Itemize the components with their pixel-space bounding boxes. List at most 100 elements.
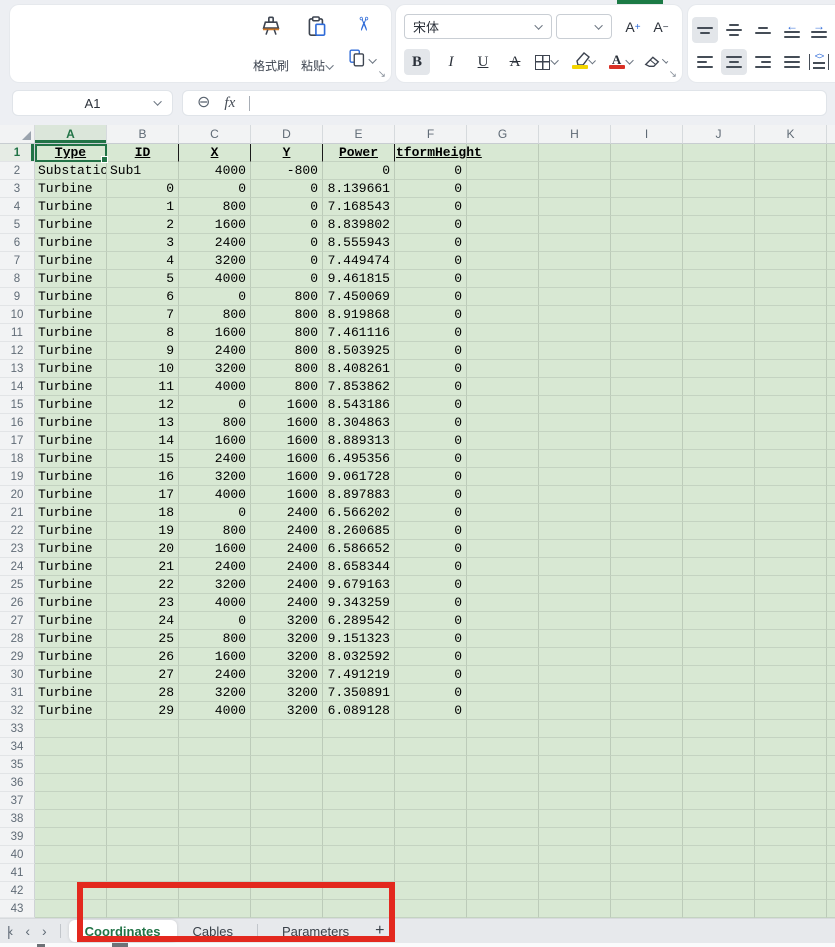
- cell-B24[interactable]: 21: [107, 558, 179, 576]
- cell-B39[interactable]: [107, 828, 179, 846]
- cell-E1[interactable]: Power: [323, 144, 395, 162]
- cell-D24[interactable]: 2400: [251, 558, 323, 576]
- cell-H27[interactable]: [539, 612, 611, 630]
- column-header-E[interactable]: E: [323, 125, 395, 144]
- cell-H12[interactable]: [539, 342, 611, 360]
- row-header-2[interactable]: 2: [0, 162, 35, 180]
- row-header-15[interactable]: 15: [0, 396, 35, 414]
- formula-bar[interactable]: ⊖ fx: [182, 90, 827, 116]
- cell-I16[interactable]: [611, 414, 683, 432]
- cell-C28[interactable]: 800: [179, 630, 251, 648]
- cell-C1[interactable]: X: [179, 144, 251, 162]
- cell-B3[interactable]: 0: [107, 180, 179, 198]
- cell-A32[interactable]: Turbine: [35, 702, 107, 720]
- cell-C8[interactable]: 4000: [179, 270, 251, 288]
- cell-D30[interactable]: 3200: [251, 666, 323, 684]
- cell-H36[interactable]: [539, 774, 611, 792]
- cell-J4[interactable]: [683, 198, 755, 216]
- align-top-button[interactable]: [692, 17, 718, 43]
- row-header-42[interactable]: 42: [0, 882, 35, 900]
- cell-J30[interactable]: [683, 666, 755, 684]
- cell-H18[interactable]: [539, 450, 611, 468]
- cell-A42[interactable]: [35, 882, 107, 900]
- cell-D6[interactable]: 0: [251, 234, 323, 252]
- cell-I43[interactable]: [611, 900, 683, 918]
- cell-E12[interactable]: 8.503925: [323, 342, 395, 360]
- cell-I5[interactable]: [611, 216, 683, 234]
- cell-H10[interactable]: [539, 306, 611, 324]
- cell-A16[interactable]: Turbine: [35, 414, 107, 432]
- cell-G21[interactable]: [467, 504, 539, 522]
- cell-E21[interactable]: 6.566202: [323, 504, 395, 522]
- cell-I19[interactable]: [611, 468, 683, 486]
- cell-G27[interactable]: [467, 612, 539, 630]
- cell-G18[interactable]: [467, 450, 539, 468]
- cell-D35[interactable]: [251, 756, 323, 774]
- cell-B30[interactable]: 27: [107, 666, 179, 684]
- cell-A13[interactable]: Turbine: [35, 360, 107, 378]
- row-header-7[interactable]: 7: [0, 252, 35, 270]
- cell-G6[interactable]: [467, 234, 539, 252]
- cell-C29[interactable]: 1600: [179, 648, 251, 666]
- increase-indent-button[interactable]: →: [806, 17, 832, 43]
- cell-F15[interactable]: 0: [395, 396, 467, 414]
- cell-J13[interactable]: [683, 360, 755, 378]
- cell-G35[interactable]: [467, 756, 539, 774]
- cell-J7[interactable]: [683, 252, 755, 270]
- cell-F1[interactable]: tformHeight: [395, 144, 467, 162]
- cell-C43[interactable]: [179, 900, 251, 918]
- cell-A6[interactable]: Turbine: [35, 234, 107, 252]
- cell-F39[interactable]: [395, 828, 467, 846]
- cell-D34[interactable]: [251, 738, 323, 756]
- cell-E4[interactable]: 7.168543: [323, 198, 395, 216]
- row-header-35[interactable]: 35: [0, 756, 35, 774]
- cell-D27[interactable]: 3200: [251, 612, 323, 630]
- cell-K8[interactable]: [755, 270, 827, 288]
- cell-G17[interactable]: [467, 432, 539, 450]
- cell-D14[interactable]: 800: [251, 378, 323, 396]
- cell-D3[interactable]: 0: [251, 180, 323, 198]
- cell-J29[interactable]: [683, 648, 755, 666]
- cell-C6[interactable]: 2400: [179, 234, 251, 252]
- cell-J43[interactable]: [683, 900, 755, 918]
- cell-F20[interactable]: 0: [395, 486, 467, 504]
- cell-F5[interactable]: 0: [395, 216, 467, 234]
- align-middle-button[interactable]: [721, 17, 747, 43]
- cell-G2[interactable]: [467, 162, 539, 180]
- cell-J34[interactable]: [683, 738, 755, 756]
- cell-K6[interactable]: [755, 234, 827, 252]
- row-header-27[interactable]: 27: [0, 612, 35, 630]
- cell-B28[interactable]: 25: [107, 630, 179, 648]
- cell-F30[interactable]: 0: [395, 666, 467, 684]
- cell-I29[interactable]: [611, 648, 683, 666]
- cell-G24[interactable]: [467, 558, 539, 576]
- cell-D28[interactable]: 3200: [251, 630, 323, 648]
- cell-C37[interactable]: [179, 792, 251, 810]
- cell-H13[interactable]: [539, 360, 611, 378]
- cell-F36[interactable]: [395, 774, 467, 792]
- cell-K11[interactable]: [755, 324, 827, 342]
- cell-D9[interactable]: 800: [251, 288, 323, 306]
- cell-E36[interactable]: [323, 774, 395, 792]
- cell-E18[interactable]: 6.495356: [323, 450, 395, 468]
- cell-D31[interactable]: 3200: [251, 684, 323, 702]
- increase-font-button[interactable]: A+: [620, 14, 646, 40]
- cell-J32[interactable]: [683, 702, 755, 720]
- cell-K26[interactable]: [755, 594, 827, 612]
- cell-J6[interactable]: [683, 234, 755, 252]
- row-header-30[interactable]: 30: [0, 666, 35, 684]
- cell-H19[interactable]: [539, 468, 611, 486]
- cell-J21[interactable]: [683, 504, 755, 522]
- cell-E11[interactable]: 7.461116: [323, 324, 395, 342]
- cell-B42[interactable]: [107, 882, 179, 900]
- row-header-14[interactable]: 14: [0, 378, 35, 396]
- cell-I23[interactable]: [611, 540, 683, 558]
- row-header-41[interactable]: 41: [0, 864, 35, 882]
- cut-icon[interactable]: ✂: [351, 16, 371, 32]
- cell-C13[interactable]: 3200: [179, 360, 251, 378]
- row-header-28[interactable]: 28: [0, 630, 35, 648]
- distributed-button[interactable]: <>: [806, 49, 832, 75]
- cell-A43[interactable]: [35, 900, 107, 918]
- cell-E22[interactable]: 8.260685: [323, 522, 395, 540]
- cell-D33[interactable]: [251, 720, 323, 738]
